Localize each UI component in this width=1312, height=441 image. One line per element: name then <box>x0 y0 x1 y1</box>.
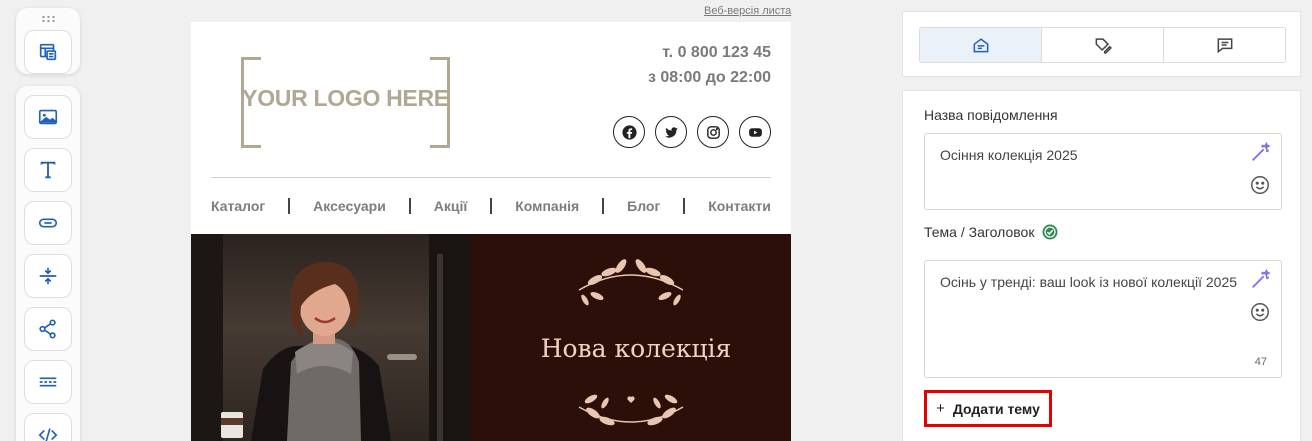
image-tool-button[interactable] <box>24 95 72 139</box>
message-name-label: Назва повідомлення <box>924 107 1058 123</box>
tab-tags[interactable] <box>1042 28 1164 62</box>
share-icon <box>39 319 56 339</box>
subject-value: Осінь у тренді: ваш look із нової колекц… <box>940 274 1238 290</box>
menu-separator <box>408 198 411 214</box>
plus-icon: + <box>936 400 945 417</box>
menu-item-accessories[interactable]: Аксесуари <box>313 198 386 214</box>
message-name-label-text: Назва повідомлення <box>924 107 1058 123</box>
email-settings-icon <box>973 38 988 53</box>
settings-tabs <box>919 27 1286 63</box>
tag-edit-icon <box>1095 38 1112 54</box>
add-topic-button[interactable]: + Додати тему <box>924 390 1052 427</box>
menu-separator <box>490 198 493 214</box>
twitter-link[interactable] <box>655 116 687 148</box>
instagram-icon <box>706 125 720 139</box>
social-links <box>613 116 771 148</box>
menu-item-promotions[interactable]: Акції <box>434 198 468 214</box>
contact-info: т. 0 800 123 45 з 08:00 до 22:00 <box>648 40 771 90</box>
add-topic-label: Додати тему <box>952 400 1040 417</box>
wreath-top-icon <box>578 259 684 306</box>
hero-banner[interactable]: Нова колекція <box>191 234 791 441</box>
logo-text: YOUR LOGO HERE <box>242 85 449 111</box>
message-icon <box>1217 38 1232 54</box>
layout-blocks-icon <box>39 43 57 61</box>
menu-item-company[interactable]: Компанія <box>515 198 579 214</box>
message-settings-panel: Назва повідомлення Осіння колекція 2025 … <box>902 90 1301 441</box>
facebook-link[interactable] <box>613 116 645 148</box>
drag-handle-icon[interactable] <box>41 15 55 23</box>
email-canvas[interactable]: YOUR LOGO HERE т. 0 800 123 45 з 08:00 д… <box>191 22 791 441</box>
menu-separator <box>602 198 605 214</box>
social-tool-button[interactable] <box>24 307 72 351</box>
emoji-icon[interactable] <box>1249 174 1271 196</box>
tab-messages[interactable] <box>1164 28 1285 62</box>
check-circle-icon <box>1042 224 1058 240</box>
hero-title: Нова колекція <box>540 334 732 363</box>
settings-tabs-panel <box>902 11 1301 77</box>
youtube-link[interactable] <box>739 116 771 148</box>
working-hours: з 08:00 до 22:00 <box>647 69 771 86</box>
wreath-bottom-icon <box>578 394 684 426</box>
code-icon <box>38 428 58 441</box>
emoji-icon[interactable] <box>1249 301 1271 323</box>
logo-placeholder[interactable]: YOUR LOGO HERE <box>241 57 450 148</box>
code-tool-button[interactable] <box>24 413 72 441</box>
subject-label: Тема / Заголовок <box>924 224 1058 240</box>
message-name-field[interactable]: Осіння колекція 2025 <box>924 133 1282 210</box>
text-tool-button[interactable] <box>24 148 72 192</box>
spacer-icon <box>39 267 57 285</box>
hero-photo <box>191 234 471 441</box>
text-icon <box>40 161 56 179</box>
button-icon <box>38 218 58 228</box>
image-icon <box>38 109 58 125</box>
magic-wand-icon[interactable] <box>1249 142 1271 164</box>
button-tool-button[interactable] <box>24 201 72 245</box>
subject-label-text: Тема / Заголовок <box>924 224 1035 240</box>
web-version-link[interactable]: Веб-версія листа <box>704 5 791 17</box>
youtube-icon <box>748 127 762 137</box>
menu-separator <box>683 198 686 214</box>
divider-tool-button[interactable] <box>24 360 72 404</box>
header-divider <box>211 177 771 178</box>
woman-photo-illustration <box>191 234 471 441</box>
menu-item-catalog[interactable]: Каталог <box>211 198 265 214</box>
instagram-link[interactable] <box>697 116 729 148</box>
divider-icon <box>39 377 57 387</box>
menu-item-blog[interactable]: Блог <box>627 198 660 214</box>
facebook-icon <box>621 124 637 140</box>
spacer-tool-button[interactable] <box>24 254 72 298</box>
magic-wand-icon[interactable] <box>1249 269 1271 291</box>
blocks-button[interactable] <box>24 30 72 74</box>
phone-number: т. 0 800 123 45 <box>662 44 771 61</box>
message-name-value: Осіння колекція 2025 <box>940 147 1078 163</box>
blocks-panel <box>16 8 80 74</box>
menu-separator <box>288 198 291 214</box>
email-menu: Каталог Аксесуари Акції Компанія Блог Ко… <box>211 197 771 215</box>
elements-panel <box>16 86 80 441</box>
tab-email-settings[interactable] <box>920 28 1042 62</box>
subject-char-counter: 47 <box>1254 356 1267 368</box>
twitter-icon <box>664 126 678 138</box>
subject-field[interactable]: Осінь у тренді: ваш look із нової колекц… <box>924 260 1282 378</box>
menu-item-contacts[interactable]: Контакти <box>708 198 771 214</box>
